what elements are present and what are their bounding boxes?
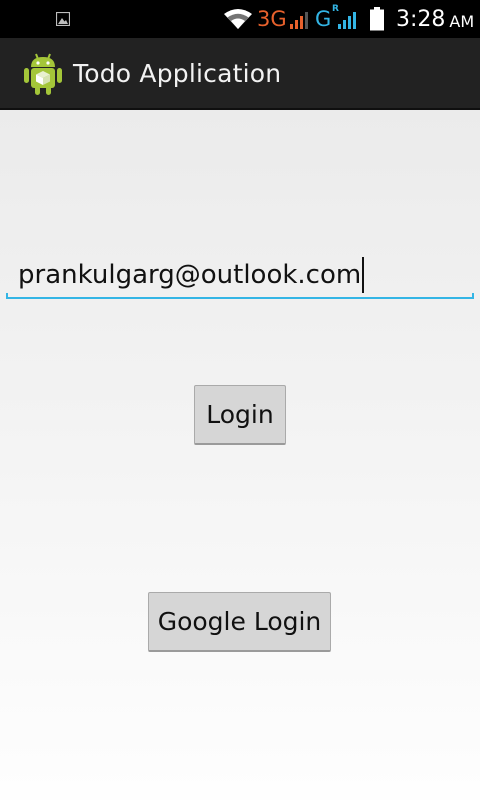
clock: 3:28 AM: [396, 0, 474, 38]
app-title: Todo Application: [73, 59, 282, 88]
network-type-label-2: G: [315, 7, 332, 31]
clock-time: 3:28: [396, 6, 446, 32]
text-cursor: [362, 257, 365, 293]
email-field-underline: [6, 293, 474, 299]
status-bar: 3G G R 3:28 AM: [0, 0, 480, 38]
signal-icon-2: [337, 0, 361, 38]
wifi-icon: [223, 0, 253, 38]
android-icon: [22, 52, 64, 96]
network-type-label: 3G: [257, 7, 287, 31]
login-button[interactable]: Login: [194, 385, 286, 445]
gallery-icon: [56, 0, 70, 38]
google-login-button[interactable]: Google Login: [148, 592, 331, 652]
email-field[interactable]: prankulgarg@outlook.com: [6, 249, 474, 299]
clock-ampm: AM: [449, 11, 475, 31]
battery-icon: [369, 0, 385, 38]
action-bar: Todo Application: [0, 38, 480, 110]
email-value: prankulgarg@outlook.com: [18, 260, 362, 290]
login-screen: prankulgarg@outlook.com Login Google Log…: [0, 110, 480, 800]
email-field-text: prankulgarg@outlook.com: [18, 257, 365, 293]
signal-icon: [289, 0, 313, 38]
